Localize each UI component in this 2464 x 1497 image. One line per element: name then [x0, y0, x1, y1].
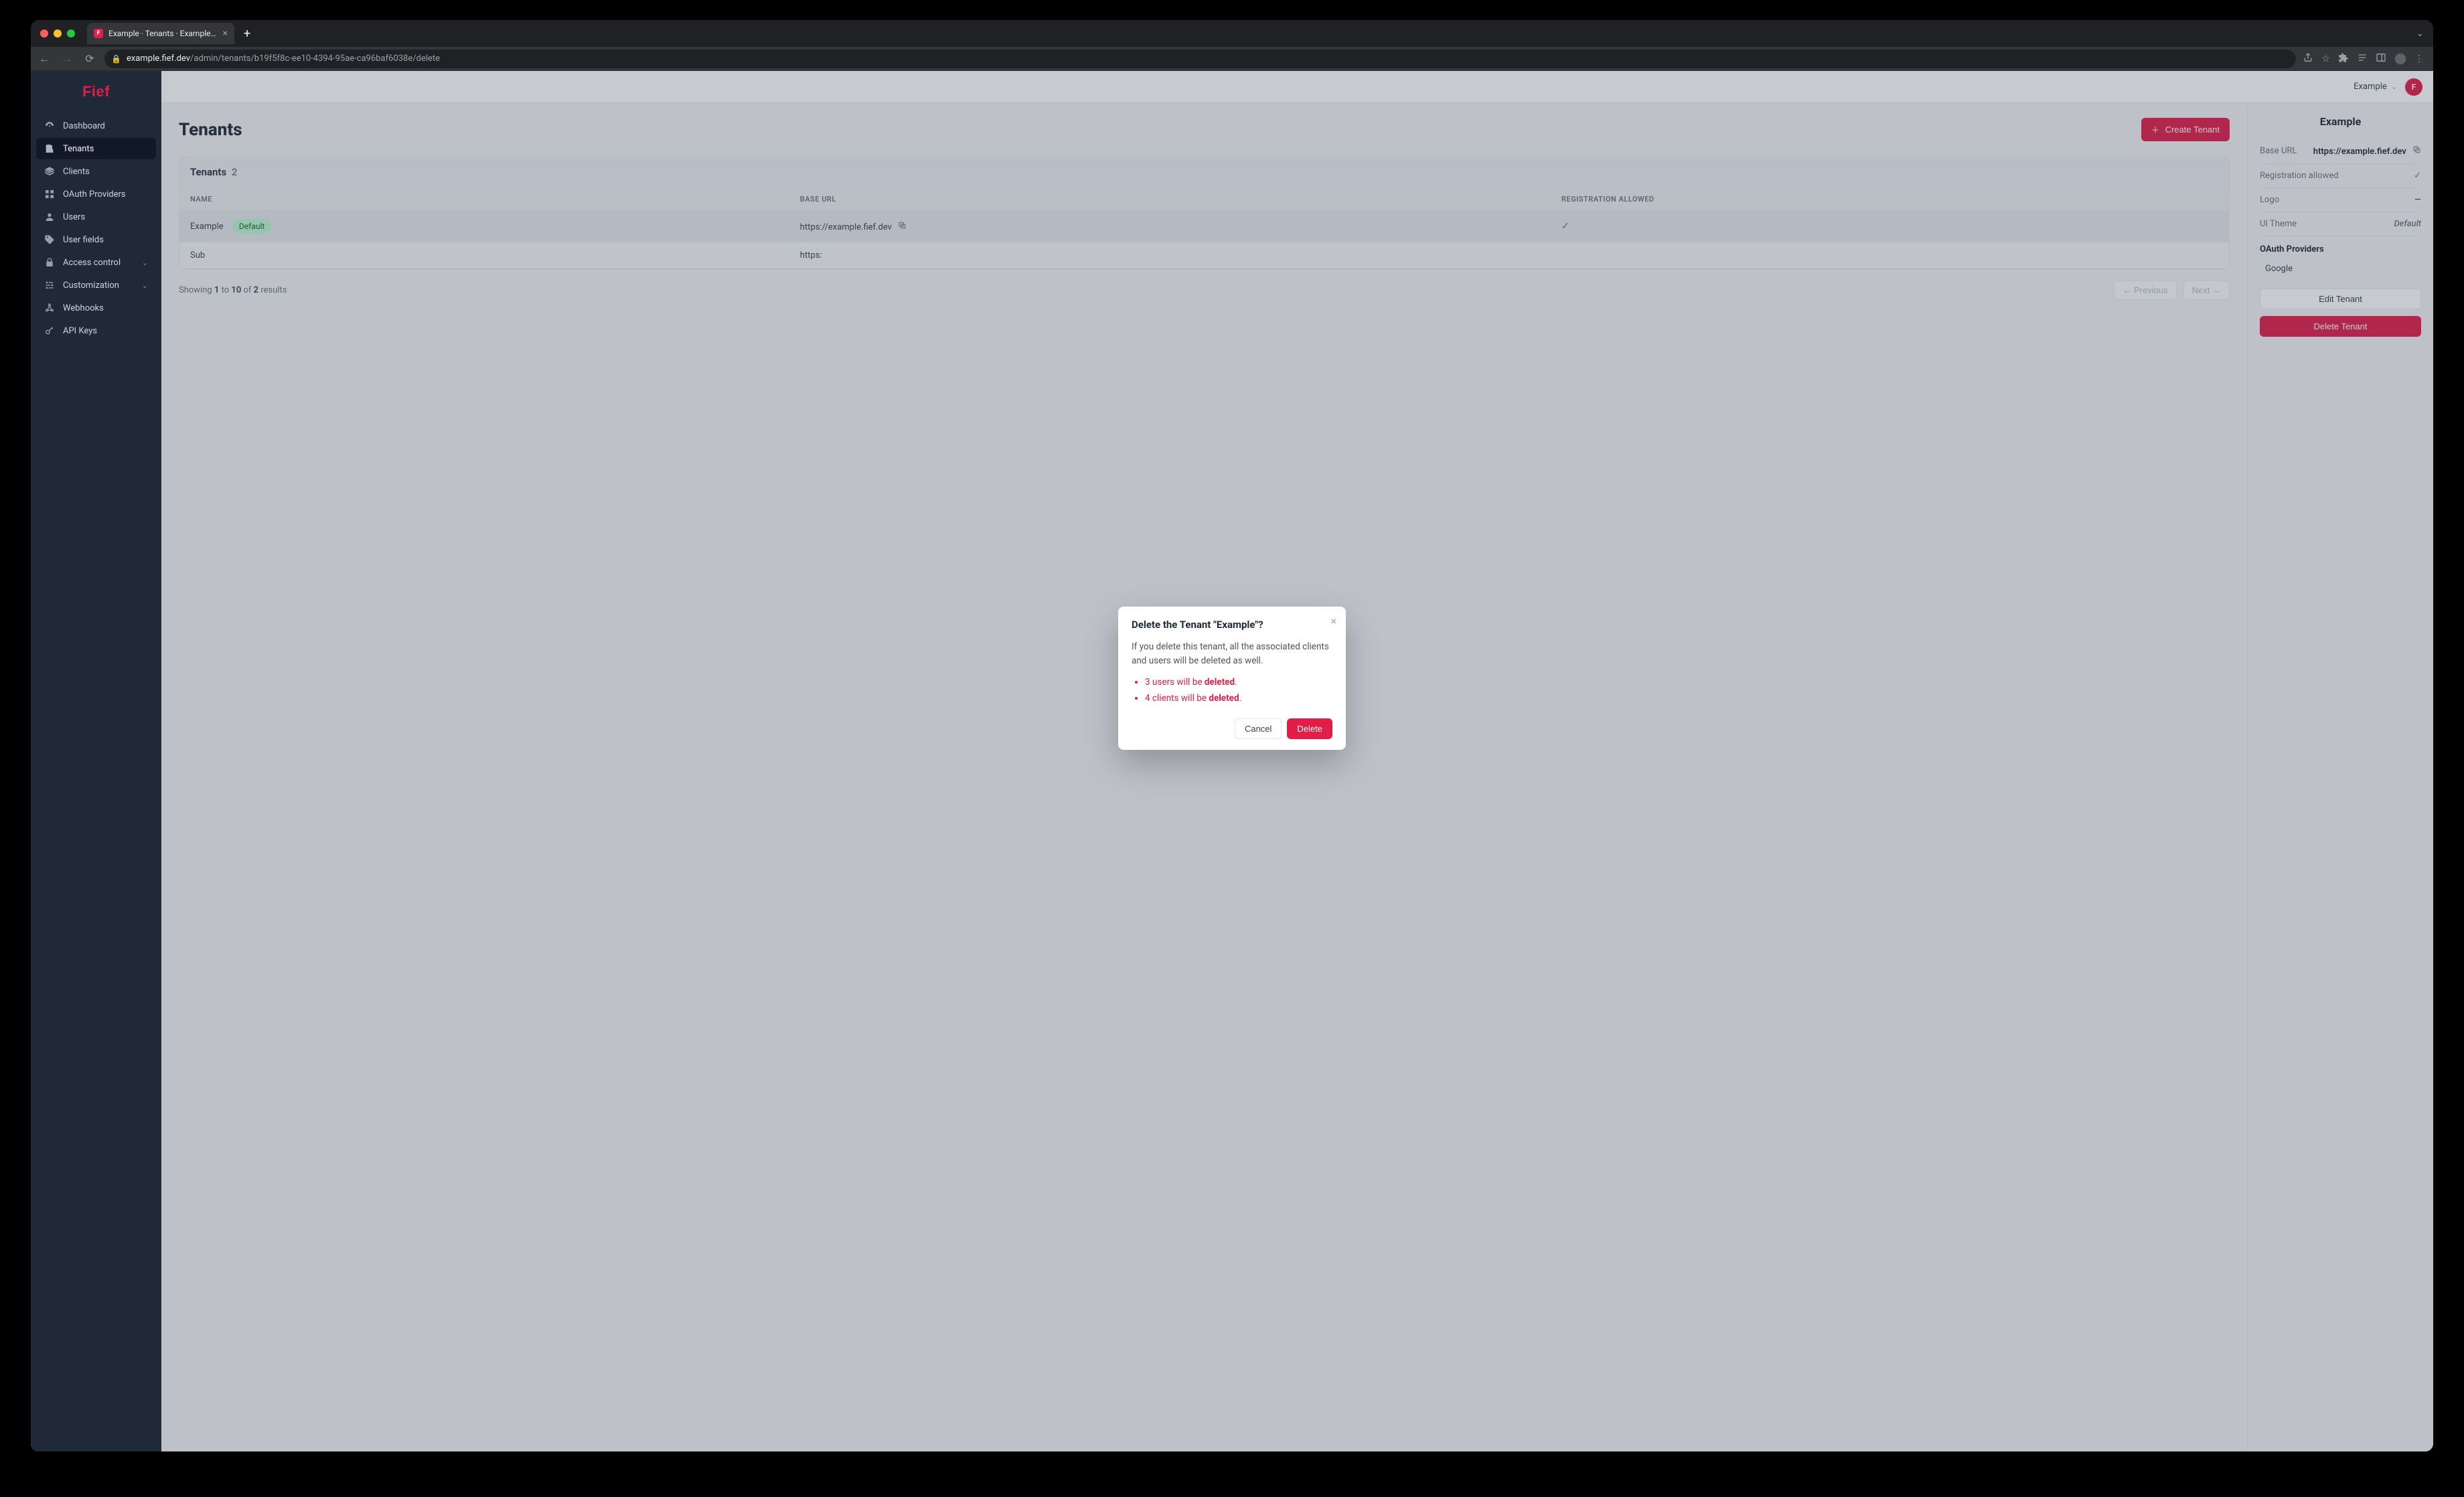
- delete-modal: × Delete the Tenant "Example"? If you de…: [1118, 607, 1346, 750]
- back-button[interactable]: ←: [36, 52, 52, 66]
- chevron-down-icon: ⌄: [142, 281, 148, 290]
- topbar: Example ⌄ F: [161, 71, 2433, 103]
- url-field[interactable]: 🔒 example.fief.dev/admin/tenants/b19f5f8…: [104, 50, 2296, 68]
- gauge-icon: [44, 121, 55, 131]
- modal-footer: Cancel Delete: [1132, 718, 1332, 739]
- sidebar-item-label: Webhooks: [63, 303, 104, 313]
- user-avatar[interactable]: F: [2405, 78, 2422, 96]
- user-icon: [44, 212, 55, 222]
- chevron-down-icon: ⌄: [2391, 82, 2397, 91]
- extensions-icon[interactable]: [2338, 52, 2349, 66]
- sidebar-item-customization[interactable]: Customization ⌄: [36, 274, 156, 296]
- sidebar-item-webhooks[interactable]: Webhooks: [36, 297, 156, 319]
- sidebar-item-oauth-providers[interactable]: OAuth Providers: [36, 183, 156, 205]
- profile-avatar[interactable]: [2394, 53, 2406, 65]
- grid-icon: [44, 189, 55, 200]
- browser-actions: ☆ ⋮: [2303, 52, 2428, 66]
- key-icon: [44, 325, 55, 336]
- address-bar: ← → ⟳ 🔒 example.fief.dev/admin/tenants/b…: [31, 47, 2433, 71]
- lock-icon: [44, 257, 55, 268]
- sliders-icon: [44, 280, 55, 291]
- new-tab-button[interactable]: +: [240, 27, 254, 41]
- nav-list: Dashboard Tenants Clients OAuth Provider…: [31, 112, 161, 345]
- sidebar-item-label: Dashboard: [63, 121, 105, 131]
- close-modal-button[interactable]: ×: [1330, 615, 1336, 627]
- sidebar-item-access-control[interactable]: Access control ⌄: [36, 252, 156, 273]
- sidebar-item-api-keys[interactable]: API Keys: [36, 320, 156, 341]
- tabs-dropdown-button[interactable]: ⌄: [2416, 28, 2433, 39]
- modal-list: 3 users will be deleted. 4 clients will …: [1132, 676, 1332, 706]
- window-controls: [40, 29, 75, 37]
- chevron-down-icon: ⌄: [142, 258, 148, 267]
- reload-button[interactable]: ⟳: [82, 52, 98, 65]
- window-minimize-button[interactable]: [54, 29, 62, 37]
- sidebar-item-label: Users: [63, 212, 85, 222]
- sidebar-item-tenants[interactable]: Tenants: [36, 138, 156, 159]
- sidebar-item-label: Clients: [63, 167, 90, 177]
- sidebar-item-label: User fields: [63, 235, 104, 245]
- modal-title: Delete the Tenant "Example"?: [1132, 619, 1332, 631]
- tag-icon: [44, 234, 55, 245]
- app-viewport: Fief Dashboard Tenants Clients OAuth Pro…: [31, 71, 2433, 1451]
- modal-body: If you delete this tenant, all the assoc…: [1132, 640, 1332, 705]
- modal-overlay[interactable]: [161, 103, 2433, 1451]
- sidebar-item-label: API Keys: [63, 326, 97, 336]
- confirm-delete-button[interactable]: Delete: [1287, 718, 1332, 739]
- sidebar-item-label: Tenants: [63, 144, 94, 154]
- building-icon: [44, 143, 55, 154]
- close-tab-button[interactable]: ×: [223, 29, 228, 38]
- brand-logo: Fief: [31, 75, 161, 112]
- tab-bar: F Example · Tenants · Example · F × + ⌄: [31, 20, 2433, 47]
- sidebar-item-label: Access control: [63, 258, 121, 268]
- panel-icon[interactable]: [2376, 52, 2386, 66]
- webhook-icon: [44, 303, 55, 313]
- modal-body-text: If you delete this tenant, all the assoc…: [1132, 640, 1332, 667]
- sidebar-item-user-fields[interactable]: User fields: [36, 229, 156, 250]
- url-text: example.fief.dev/admin/tenants/b19f5f8c-…: [127, 54, 440, 64]
- cancel-button[interactable]: Cancel: [1235, 718, 1282, 739]
- menu-icon[interactable]: ⋮: [2414, 54, 2424, 64]
- browser-tab[interactable]: F Example · Tenants · Example · F ×: [87, 23, 234, 44]
- sidebar-item-clients[interactable]: Clients: [36, 161, 156, 182]
- sidebar-item-label: Customization: [63, 281, 119, 291]
- sidebar-item-label: OAuth Providers: [63, 189, 126, 200]
- window-zoom-button[interactable]: [67, 29, 75, 37]
- forward-button[interactable]: →: [59, 52, 75, 66]
- tenant-switcher-label: Example: [2354, 82, 2387, 92]
- browser-window: F Example · Tenants · Example · F × + ⌄ …: [31, 20, 2433, 1451]
- share-icon[interactable]: [2303, 52, 2313, 66]
- tab-title: Example · Tenants · Example · F: [108, 29, 218, 38]
- sidebar-item-users[interactable]: Users: [36, 206, 156, 228]
- reading-list-icon[interactable]: [2357, 52, 2368, 66]
- lock-icon: 🔒: [111, 54, 121, 64]
- modal-list-item: 4 clients will be deleted.: [1145, 692, 1332, 705]
- tenant-switcher[interactable]: Example ⌄: [2354, 82, 2397, 92]
- star-icon[interactable]: ☆: [2321, 54, 2330, 64]
- layers-icon: [44, 166, 55, 177]
- favicon-icon: F: [94, 29, 103, 38]
- sidebar: Fief Dashboard Tenants Clients OAuth Pro…: [31, 71, 161, 1451]
- window-close-button[interactable]: [40, 29, 48, 37]
- sidebar-item-dashboard[interactable]: Dashboard: [36, 115, 156, 137]
- modal-list-item: 3 users will be deleted.: [1145, 676, 1332, 689]
